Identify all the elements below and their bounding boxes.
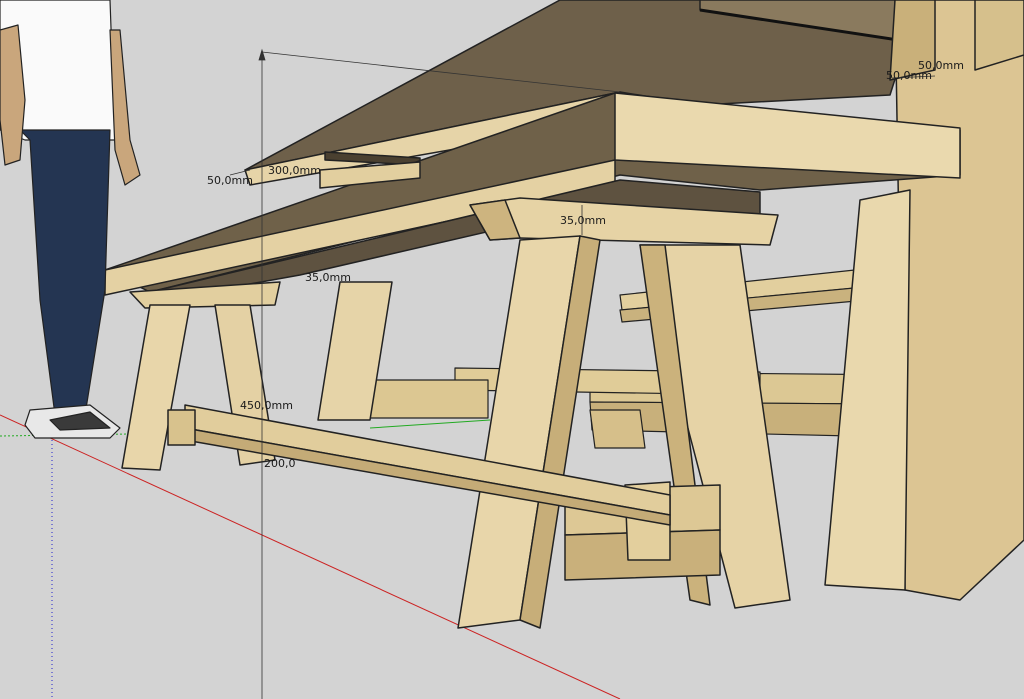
dimension-label: 35,0mm [305,271,351,284]
green-axis-far [369,419,491,429]
dimension-label: 300,0mm [268,164,321,177]
scale-figure [0,0,141,439]
dimension-label: 450,0mm [240,399,293,412]
dimension-label: 50,0mm [207,174,253,187]
model-canvas[interactable]: 50,0mm 300,0mm 50,0mm 50,0mm 35,0mm 35,0… [0,0,1024,699]
dimension-label: 200,0 [264,457,296,470]
dimension-label: 50,0mm [918,59,964,72]
dimension-label: 35,0mm [560,214,606,227]
sketchup-viewport[interactable]: 50,0mm 300,0mm 50,0mm 50,0mm 35,0mm 35,0… [0,0,1024,699]
